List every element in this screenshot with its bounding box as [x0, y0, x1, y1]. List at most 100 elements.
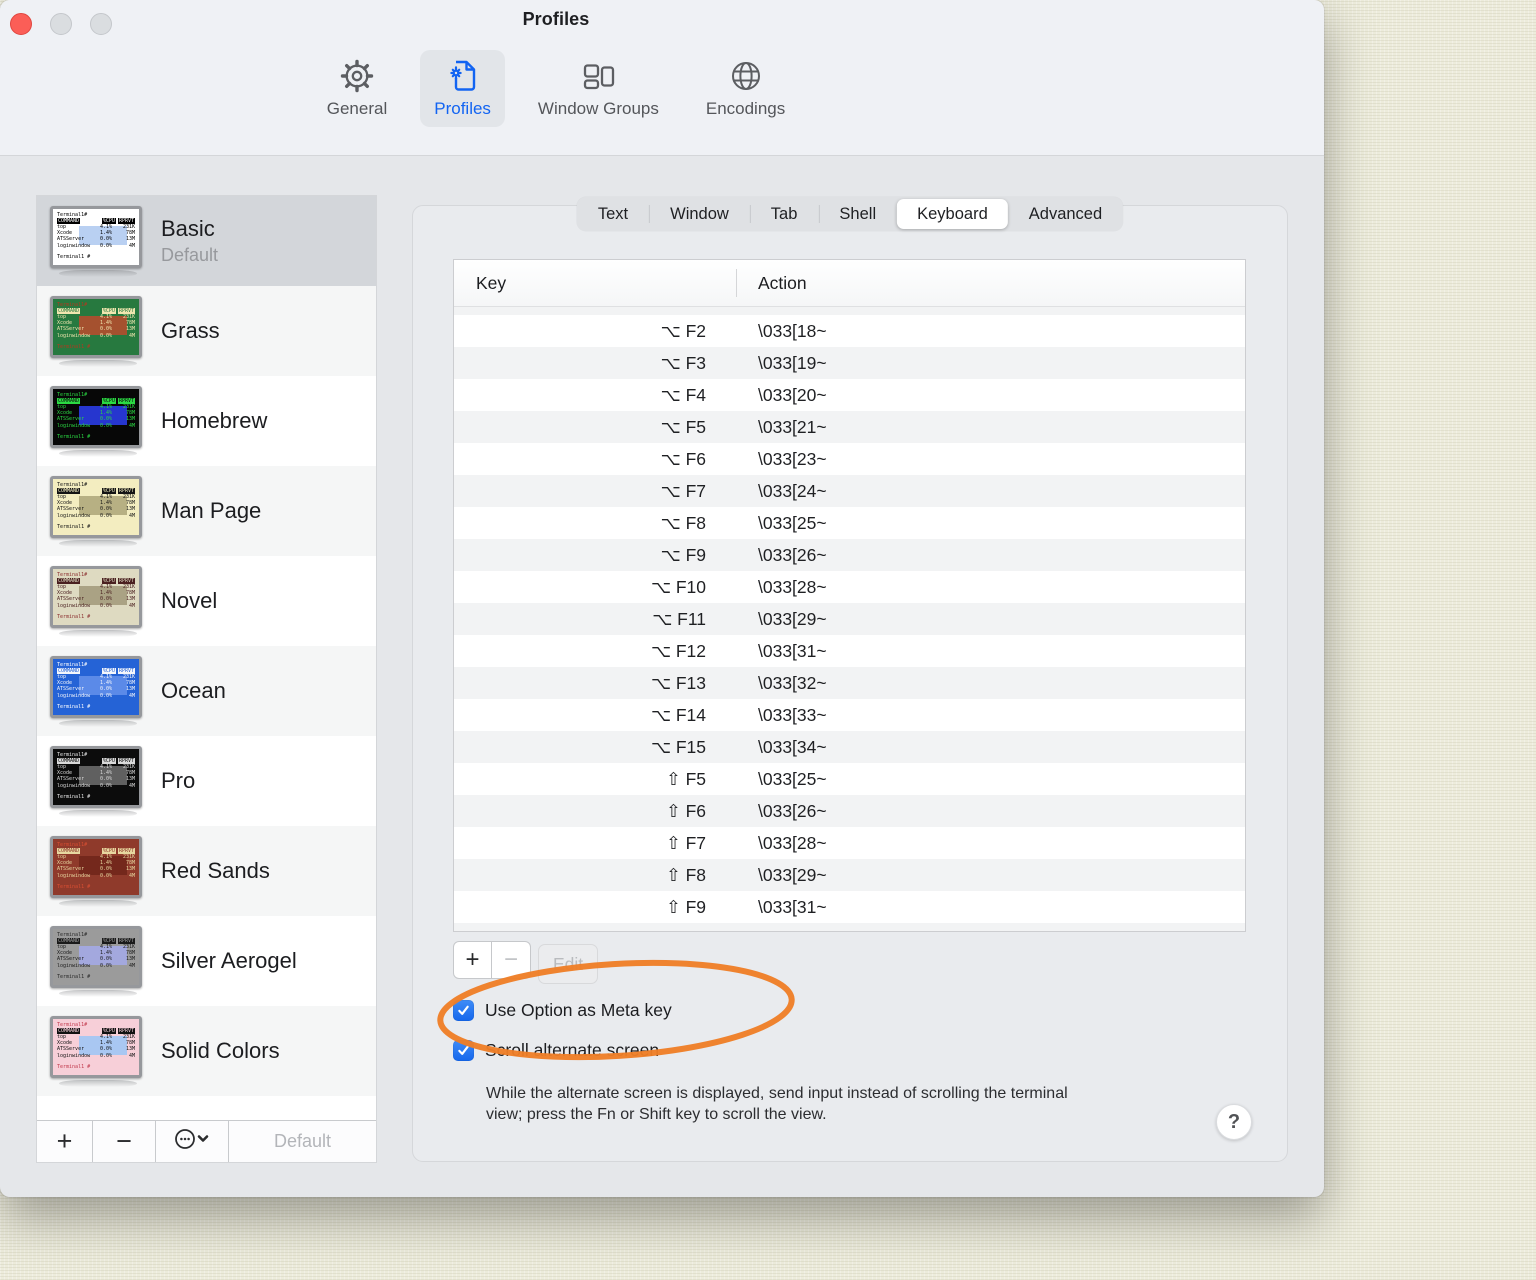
tab-tab[interactable]: Tab: [749, 197, 819, 231]
scroll-alternate-screen-row: Scroll alternate screen: [453, 1040, 659, 1061]
table-row--f7[interactable]: ⌥ F7 \033[24~: [454, 475, 1245, 507]
mini-terminal-preview: Terminal1# COMMAND %CPU RPRVT top 4.1% 231K Xco…: [50, 565, 142, 628]
profile-row-grass[interactable]: Terminal1# COMMAND %CPU RPRVT top 4.1% 231K Xco…: [37, 286, 376, 376]
profile-row-silver-aerogel[interactable]: Terminal1# COMMAND %CPU RPRVT top 4.1% 231K Xco…: [37, 916, 376, 1006]
action-cell: \033[29~: [758, 864, 827, 885]
profile-name: Silver Aerogel: [161, 948, 297, 973]
action-cell: \033[32~: [758, 672, 827, 693]
profile-thumbnail: Terminal1# COMMAND %CPU RPRVT top 4.1% 231K Xco…: [50, 1015, 146, 1087]
action-cell: \033[29~: [758, 608, 827, 629]
table-row--f9[interactable]: ⌥ F9 \033[26~: [454, 539, 1245, 571]
scroll-alternate-screen-checkbox[interactable]: [453, 1040, 474, 1061]
tab-window[interactable]: Window: [649, 197, 750, 231]
profile-row-pro[interactable]: Terminal1# COMMAND %CPU RPRVT top 4.1% 231K Xco…: [37, 736, 376, 826]
table-row--f15[interactable]: ⌥ F15 \033[34~: [454, 731, 1245, 763]
add-key-button[interactable]: +: [453, 941, 492, 979]
action-cell: \033[34~: [758, 736, 827, 757]
key-mappings-table: Key Action ⌥ F2 \033[18~ ⌥ F3 \033[19~ ⌥ F4 \…: [453, 259, 1246, 932]
profile-row-man-page[interactable]: Terminal1# COMMAND %CPU RPRVT top 4.1% 231K Xco…: [37, 466, 376, 556]
toolbar-item-encodings[interactable]: Encodings: [692, 50, 799, 127]
table-row--f8[interactable]: ⌥ F8 \033[25~: [454, 507, 1245, 539]
key-cell: ⇧ F5: [666, 768, 706, 789]
table-row--f6[interactable]: ⇧ F6 \033[26~: [454, 795, 1245, 827]
table-row--f13[interactable]: ⌥ F13 \033[32~: [454, 667, 1245, 699]
key-cell: ⌥ F4: [660, 384, 706, 405]
ellipsis-circle-chevron-icon: [173, 1127, 211, 1156]
settings-tab-bar: Text Window Tab Shell Keyboard Advanced: [576, 197, 1124, 231]
table-header: Key Action: [454, 260, 1245, 307]
profile-thumbnail: Terminal1# COMMAND %CPU RPRVT top 4.1% 231K Xco…: [50, 565, 146, 637]
table-row--f10[interactable]: ⌥ F10 \033[28~: [454, 571, 1245, 603]
key-cell: ⌥ F14: [650, 704, 706, 725]
profile-list[interactable]: Terminal1# COMMAND %CPU RPRVT top 4.1% 231K Xco…: [37, 196, 376, 1120]
profile-name: Homebrew: [161, 408, 268, 433]
window-groups-icon: [576, 56, 620, 96]
default-button[interactable]: Default: [229, 1121, 376, 1162]
action-cell: \033[19~: [758, 352, 827, 373]
tab-text[interactable]: Text: [577, 197, 649, 231]
profile-name: Grass: [161, 318, 220, 343]
tab-keyboard[interactable]: Keyboard: [897, 199, 1008, 229]
action-cell: \033[28~: [758, 576, 827, 597]
action-cell: \033[23~: [758, 448, 827, 469]
table-row--f7[interactable]: ⇧ F7 \033[28~: [454, 827, 1245, 859]
toolbar-item-window-groups[interactable]: Window Groups: [524, 50, 673, 127]
profile-row-homebrew[interactable]: Terminal1# COMMAND %CPU RPRVT top 4.1% 231K Xco…: [37, 376, 376, 466]
table-row--f14[interactable]: ⌥ F14 \033[33~: [454, 699, 1245, 731]
table-row--f11[interactable]: ⌥ F11 \033[29~: [454, 603, 1245, 635]
mini-terminal-preview: Terminal1# COMMAND %CPU RPRVT top 4.1% 231K Xco…: [50, 1015, 142, 1078]
table-row--f2[interactable]: ⌥ F2 \033[18~: [454, 315, 1245, 347]
column-header-action: Action: [758, 272, 807, 293]
toolbar-item-label: Window Groups: [537, 99, 659, 118]
gear-icon: [335, 56, 379, 96]
profile-row-red-sands[interactable]: Terminal1# COMMAND %CPU RPRVT top 4.1% 231K Xco…: [37, 826, 376, 916]
profile-row-solid-colors[interactable]: Terminal1# COMMAND %CPU RPRVT top 4.1% 231K Xco…: [37, 1006, 376, 1096]
mini-terminal-preview: Terminal1# COMMAND %CPU RPRVT top 4.1% 231K Xco…: [50, 385, 142, 448]
profile-row-basic[interactable]: Terminal1# COMMAND %CPU RPRVT top 4.1% 231K Xco…: [37, 196, 376, 286]
profile-name: Solid Colors: [161, 1038, 280, 1063]
table-controls: + − Edit: [453, 941, 599, 984]
profile-subtitle: Default: [161, 245, 219, 265]
profile-thumbnail: Terminal1# COMMAND %CPU RPRVT top 4.1% 231K Xco…: [50, 205, 146, 277]
table-row--f9[interactable]: ⇧ F9 \033[31~: [454, 891, 1245, 923]
remove-key-button[interactable]: −: [492, 941, 531, 979]
mini-terminal-preview: Terminal1# COMMAND %CPU RPRVT top 4.1% 231K Xco…: [50, 475, 142, 538]
checkbox-label: Scroll alternate screen: [485, 1040, 660, 1060]
mini-terminal-preview: Terminal1# COMMAND %CPU RPRVT top 4.1% 231K Xco…: [50, 655, 142, 718]
profile-name: Novel: [161, 588, 218, 613]
profile-row-ocean[interactable]: Terminal1# COMMAND %CPU RPRVT top 4.1% 231K Xco…: [37, 646, 376, 736]
tab-advanced[interactable]: Advanced: [1008, 197, 1123, 231]
action-cell: \033[31~: [758, 640, 827, 661]
edit-key-button[interactable]: Edit: [538, 944, 599, 984]
add-profile-button[interactable]: +: [37, 1121, 93, 1162]
table-row--f3[interactable]: ⌥ F3 \033[19~: [454, 347, 1245, 379]
table-row--f6[interactable]: ⌥ F6 \033[23~: [454, 443, 1245, 475]
use-option-as-meta-key-checkbox[interactable]: [453, 1000, 474, 1021]
toolbar-item-general[interactable]: General: [313, 50, 401, 127]
table-body[interactable]: ⌥ F2 \033[18~ ⌥ F3 \033[19~ ⌥ F4 \033[20~ ⌥ F5…: [454, 307, 1245, 931]
checkmark-icon: [458, 1005, 469, 1015]
key-cell: ⇧ F9: [666, 896, 706, 917]
tab-shell[interactable]: Shell: [818, 197, 897, 231]
key-cell: ⇧ F6: [666, 800, 706, 821]
table-row--f8[interactable]: ⇧ F8 \033[29~: [454, 859, 1245, 891]
table-row--f4[interactable]: ⌥ F4 \033[20~: [454, 379, 1245, 411]
key-cell: ⌥ F10: [650, 576, 706, 597]
mini-terminal-preview: Terminal1# COMMAND %CPU RPRVT top 4.1% 231K Xco…: [50, 835, 142, 898]
profile-name: Ocean: [161, 678, 226, 703]
profile-actions-button[interactable]: [156, 1121, 229, 1162]
profile-thumbnail: Terminal1# COMMAND %CPU RPRVT top 4.1% 231K Xco…: [50, 835, 146, 907]
table-row--f12[interactable]: ⌥ F12 \033[31~: [454, 635, 1245, 667]
key-cell: ⌥ F13: [650, 672, 706, 693]
remove-profile-button[interactable]: −: [93, 1121, 156, 1162]
action-cell: \033[26~: [758, 800, 827, 821]
table-row--f5[interactable]: ⇧ F5 \033[25~: [454, 763, 1245, 795]
alternate-screen-footnote: While the alternate screen is displayed,…: [486, 1085, 1068, 1123]
help-button[interactable]: ?: [1216, 1104, 1252, 1140]
key-cell: ⇧ F8: [666, 864, 706, 885]
toolbar-item-profiles[interactable]: Profiles: [420, 50, 505, 127]
action-cell: \033[25~: [758, 512, 827, 533]
table-row--f5[interactable]: ⌥ F5 \033[21~: [454, 411, 1245, 443]
profiles-sidebar: Terminal1# COMMAND %CPU RPRVT top 4.1% 231K Xco…: [36, 195, 377, 1163]
profile-row-novel[interactable]: Terminal1# COMMAND %CPU RPRVT top 4.1% 231K Xco…: [37, 556, 376, 646]
